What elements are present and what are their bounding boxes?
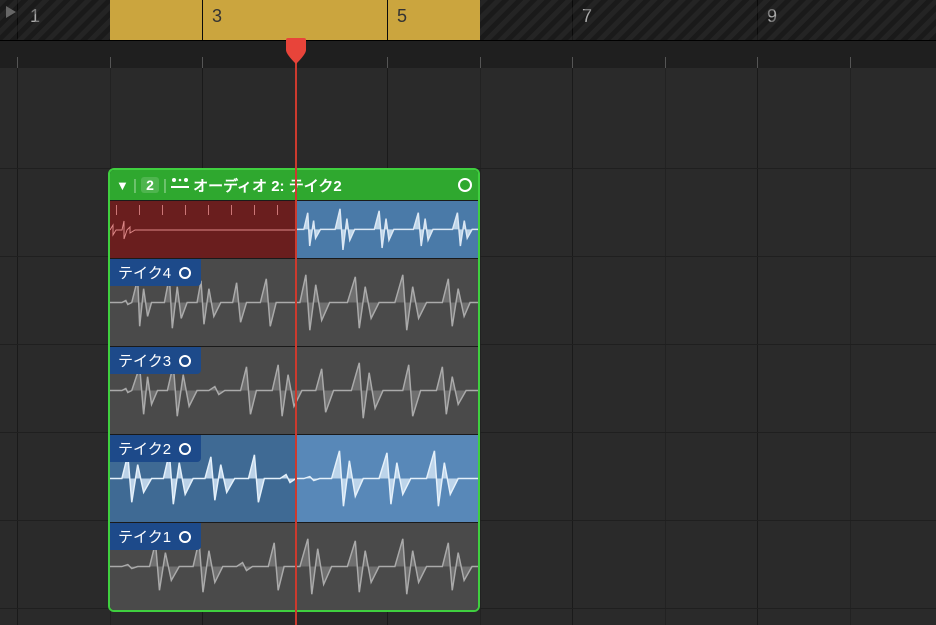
comp-number[interactable]: 2: [141, 177, 159, 193]
take-name: テイク2: [118, 438, 171, 459]
bar-number: 1: [30, 6, 40, 27]
take-folder-title: オーディオ 2: テイク2: [193, 175, 342, 196]
quick-swipe-icon[interactable]: [171, 176, 189, 195]
loop-icon[interactable]: [179, 355, 191, 367]
tracks-area[interactable]: ▼ | 2 | オーディオ 2: テイク2: [0, 68, 936, 625]
take-label[interactable]: テイク1: [110, 523, 201, 550]
timeline-ruler[interactable]: 1 3 5 7 9: [0, 0, 936, 40]
take-name: テイク1: [118, 526, 171, 547]
cycle-region[interactable]: [110, 0, 480, 40]
take-name: テイク4: [118, 262, 171, 283]
bar-number: 7: [582, 6, 592, 27]
playhead[interactable]: [295, 40, 297, 625]
start-marker-icon[interactable]: [4, 4, 18, 25]
bar-number: 5: [397, 6, 407, 27]
take-label[interactable]: テイク2: [110, 435, 201, 462]
divider: |: [133, 177, 137, 194]
divider: |: [163, 177, 167, 194]
disclosure-triangle-icon[interactable]: ▼: [116, 178, 129, 193]
take-folder[interactable]: ▼ | 2 | オーディオ 2: テイク2: [108, 168, 480, 612]
take-lane[interactable]: テイク2: [110, 434, 478, 522]
loop-icon[interactable]: [179, 531, 191, 543]
loop-icon[interactable]: [179, 267, 191, 279]
comp-track[interactable]: [110, 200, 478, 258]
loop-icon[interactable]: [179, 443, 191, 455]
playhead-handle-icon[interactable]: [284, 38, 308, 66]
take-label[interactable]: テイク4: [110, 259, 201, 286]
bar-number: 9: [767, 6, 777, 27]
bar-number: 3: [212, 6, 222, 27]
take-lane[interactable]: テイク3: [110, 346, 478, 434]
take-label[interactable]: テイク3: [110, 347, 201, 374]
take-folder-header[interactable]: ▼ | 2 | オーディオ 2: テイク2: [110, 170, 478, 200]
loop-icon[interactable]: [458, 178, 472, 192]
take-lane[interactable]: テイク1: [110, 522, 478, 610]
take-lane[interactable]: テイク4: [110, 258, 478, 346]
take-name: テイク3: [118, 350, 171, 371]
timeline-sub-ruler[interactable]: [0, 40, 936, 68]
